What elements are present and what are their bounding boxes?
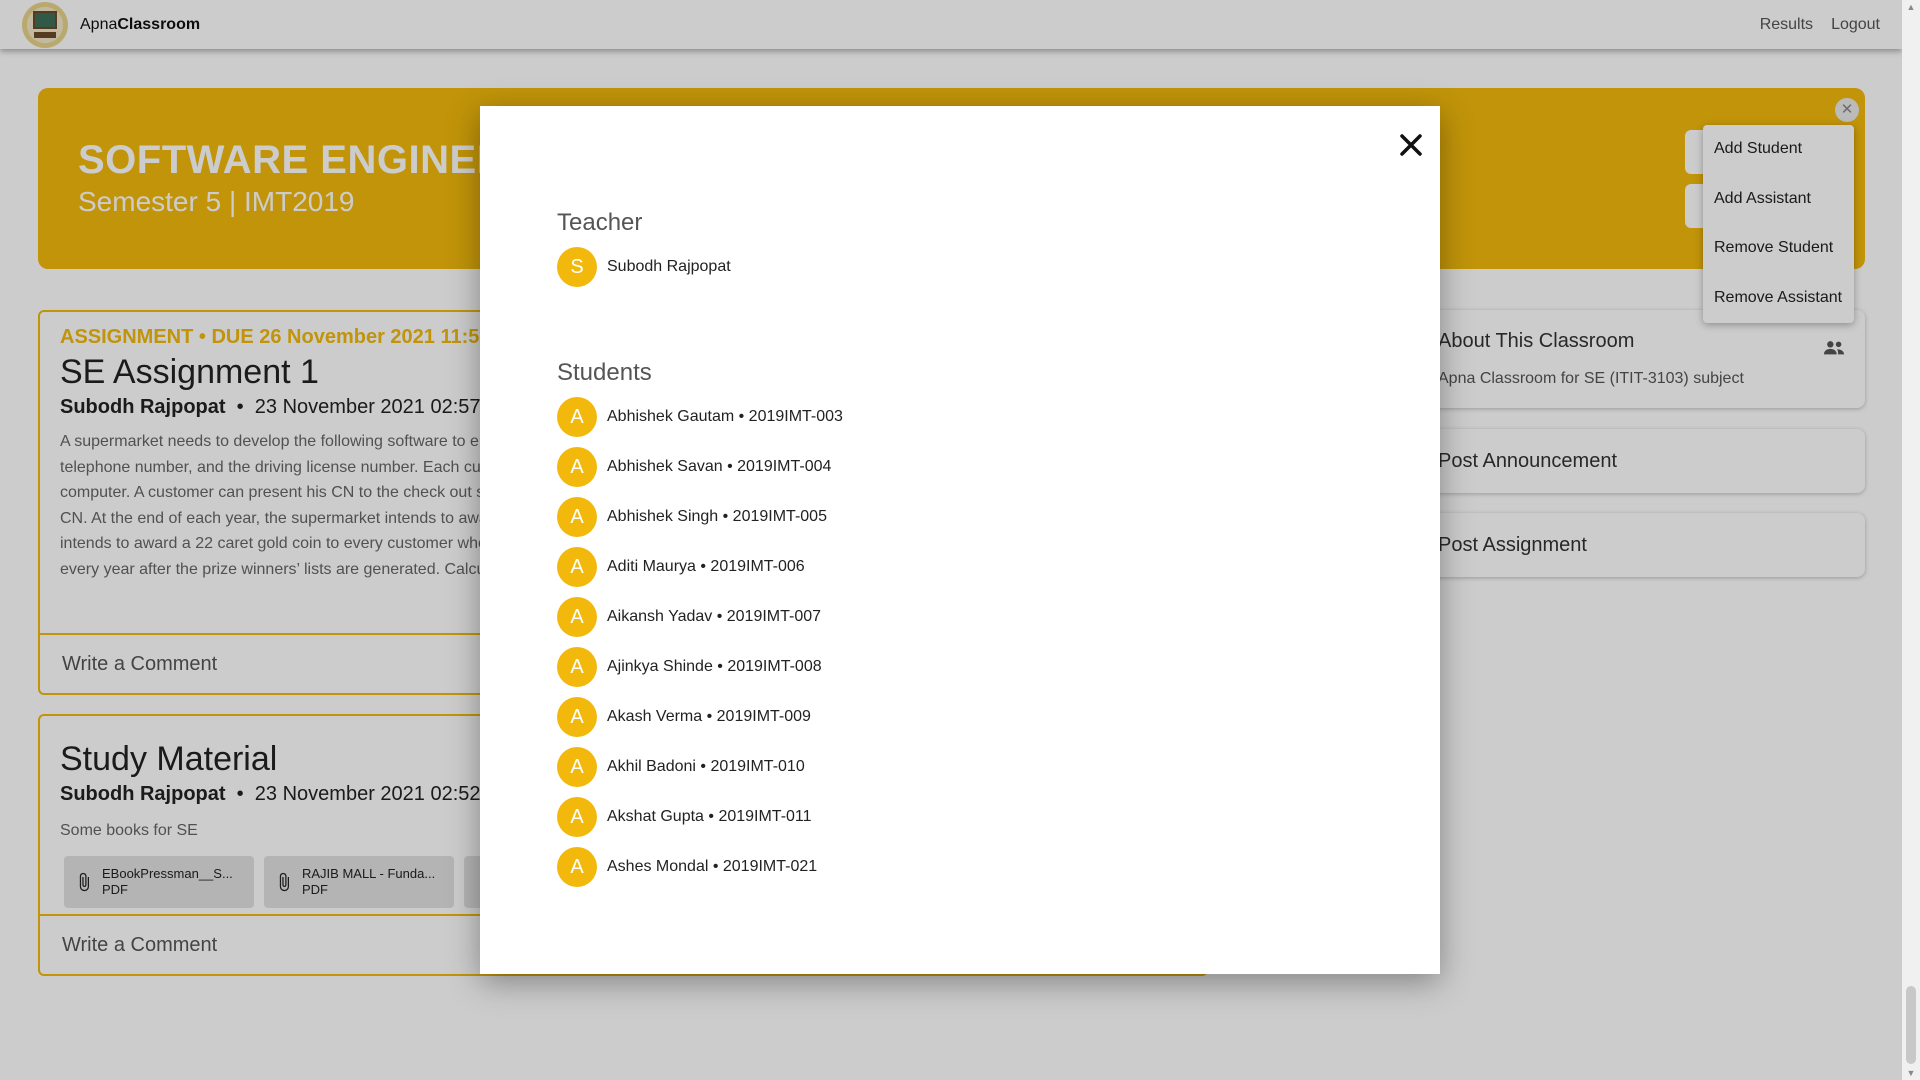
avatar: A xyxy=(557,597,597,637)
avatar: A xyxy=(557,697,597,737)
student-label: Aikansh Yadav • 2019IMT-007 xyxy=(607,608,822,625)
student-row: A Akash Verma • 2019IMT-009 xyxy=(557,697,811,737)
teacher-row: S Subodh Rajpopat xyxy=(557,247,731,287)
student-row: A Akshat Gupta • 2019IMT-011 xyxy=(557,797,812,837)
scroll-up-arrow-icon[interactable]: ▲ xyxy=(1902,0,1920,14)
student-label: Abhishek Singh • 2019IMT-005 xyxy=(607,508,827,525)
close-icon[interactable] xyxy=(1397,131,1425,159)
avatar: S xyxy=(557,247,597,287)
student-label: Abhishek Gautam • 2019IMT-003 xyxy=(607,408,843,425)
avatar: A xyxy=(557,747,597,787)
avatar: A xyxy=(557,797,597,837)
student-label: Ajinkya Shinde • 2019IMT-008 xyxy=(607,658,822,675)
avatar: A xyxy=(557,447,597,487)
student-row: A Ajinkya Shinde • 2019IMT-008 xyxy=(557,647,822,687)
teacher-heading: Teacher xyxy=(557,209,643,236)
student-label: Akash Verma • 2019IMT-009 xyxy=(607,708,811,725)
student-row: A Aditi Maurya • 2019IMT-006 xyxy=(557,547,805,587)
scroll-down-arrow-icon[interactable]: ▼ xyxy=(1902,1066,1920,1080)
student-label: Akhil Badoni • 2019IMT-010 xyxy=(607,758,805,775)
student-row: A Akhil Badoni • 2019IMT-010 xyxy=(557,747,805,787)
student-label: Aditi Maurya • 2019IMT-006 xyxy=(607,558,805,575)
people-modal: Teacher S Subodh Rajpopat Students A Abh… xyxy=(480,106,1440,974)
avatar: A xyxy=(557,497,597,537)
avatar: A xyxy=(557,647,597,687)
scrollbar-thumb[interactable] xyxy=(1906,986,1916,1064)
avatar: A xyxy=(557,397,597,437)
page-scrollbar[interactable]: ▲ ▼ xyxy=(1902,0,1920,1080)
student-label: Abhishek Savan • 2019IMT-004 xyxy=(607,458,832,475)
student-label: Akshat Gupta • 2019IMT-011 xyxy=(607,808,812,825)
student-row: A Ashes Mondal • 2019IMT-021 xyxy=(557,847,817,887)
student-row: A Abhishek Gautam • 2019IMT-003 xyxy=(557,397,843,437)
student-label: Ashes Mondal • 2019IMT-021 xyxy=(607,858,818,875)
student-row: A Abhishek Singh • 2019IMT-005 xyxy=(557,497,827,537)
teacher-name: Subodh Rajpopat xyxy=(607,258,731,275)
student-row: A Aikansh Yadav • 2019IMT-007 xyxy=(557,597,821,637)
avatar: A xyxy=(557,847,597,887)
avatar: A xyxy=(557,547,597,587)
students-heading: Students xyxy=(557,359,652,386)
student-row: A Abhishek Savan • 2019IMT-004 xyxy=(557,447,831,487)
